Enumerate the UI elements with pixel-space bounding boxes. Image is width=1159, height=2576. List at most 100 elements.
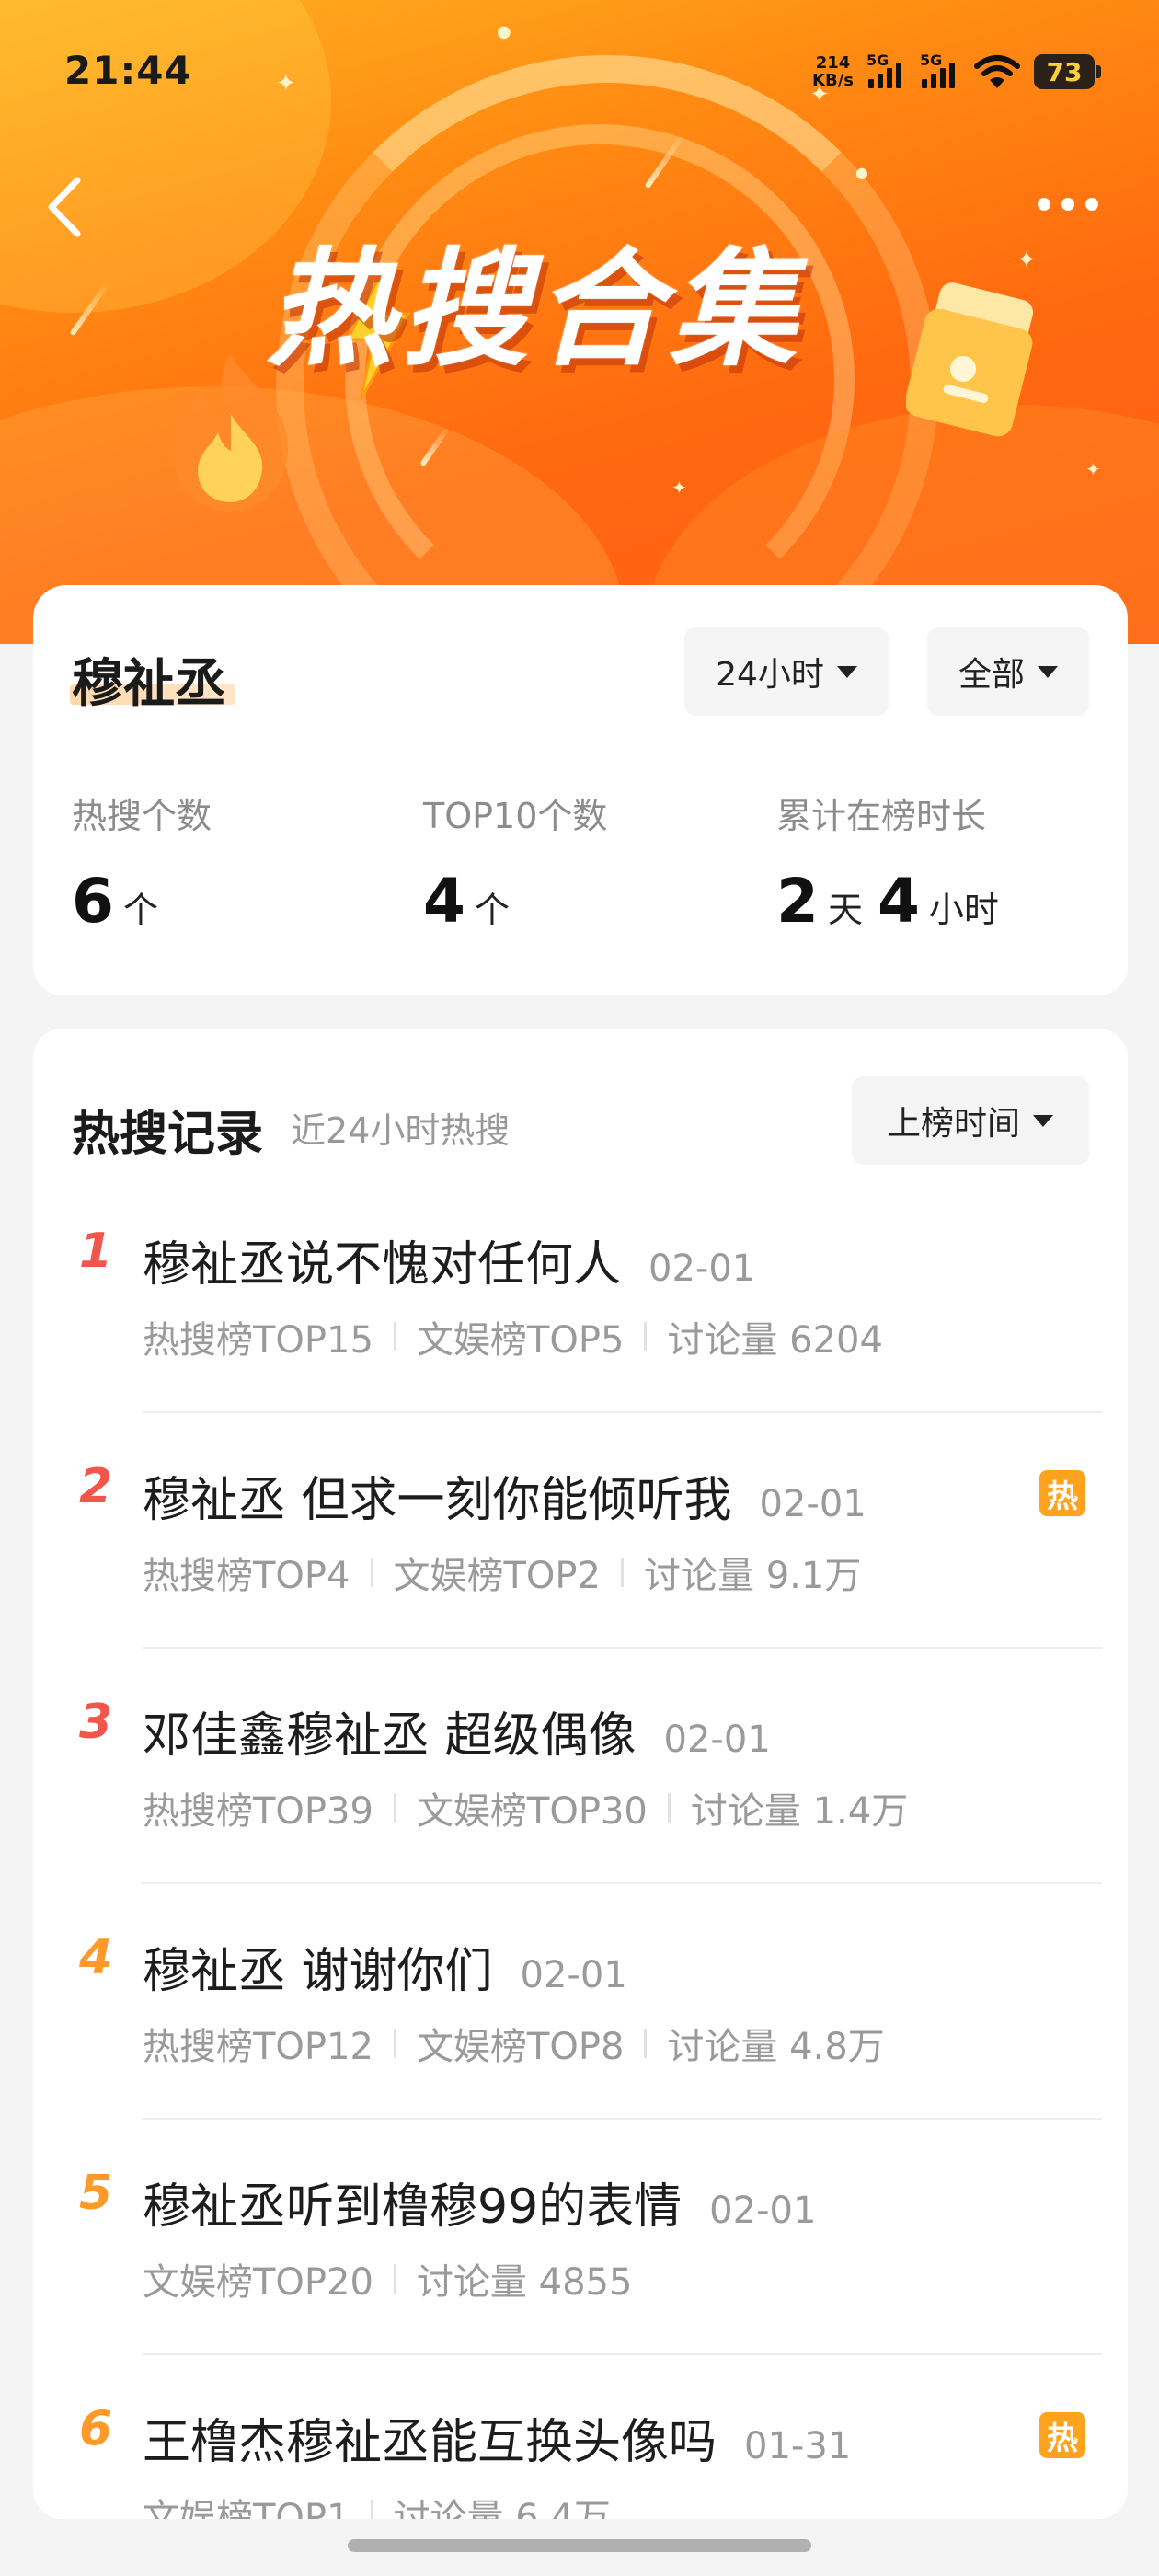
records-card: 热搜记录 近24小时热搜 上榜时间 1 穆祉丞说不愧对任何人 02-01 热搜榜T… [33,1029,1128,2519]
record-title: 穆祉丞 谢谢你们 02-01 [143,1932,627,2001]
scope-filter-label: 全部 [958,656,1025,694]
record-date: 01-31 [744,2425,852,2467]
stat-value: 4 [423,866,465,937]
stat-unit: 个 [122,890,158,930]
record-meta: 热搜榜TOP39 文娱榜TOP30 讨论量 1.4万 [143,1781,908,1834]
meta-separator [393,2264,396,2294]
scope-filter-dropdown[interactable]: 全部 [927,627,1089,716]
list-item[interactable]: 6 王橹杰穆祉丞能互换头像吗 01-31 文娱榜TOP1 讨论量 6.4万 热 [33,2355,1128,2519]
record-title-text: 穆祉丞 谢谢你们 [143,1944,493,1999]
signal-icon: 5G [866,52,907,92]
rank-number: 2 [79,1459,113,1514]
record-date: 02-01 [759,1483,866,1525]
meta-item: 文娱榜TOP1 [143,2497,350,2519]
rank-number: 3 [79,1695,113,1750]
folder-icon [906,282,1033,437]
back-icon[interactable] [40,175,96,239]
stat-hours-unit: 小时 [928,890,999,930]
caret-down-icon [836,665,857,678]
record-date: 02-01 [709,2190,817,2232]
record-meta: 热搜榜TOP12 文娱榜TOP8 讨论量 4.8万 [143,2017,885,2070]
sort-dropdown[interactable]: 上榜时间 [852,1076,1089,1165]
meta-item: 热搜榜TOP12 [143,2026,373,2068]
sparkle-icon: ✦ [1085,458,1101,480]
status-time: 21:44 [64,48,192,93]
meta-item: 文娱榜TOP2 [393,1555,602,1597]
stat-hot-count: 热搜个数 6 个 [72,788,212,937]
record-title-text: 穆祉丞 但求一刻你能倾听我 [143,1473,732,1528]
record-title: 穆祉丞听到橹穆99的表情 02-01 [143,2168,816,2237]
stat-days-unit: 天 [827,890,863,930]
status-icons: 214 KB/s 5G 5G 73 [812,50,1101,94]
net-speed-value: 214 [815,53,851,73]
net-speed: 214 KB/s [812,54,854,89]
list-item[interactable]: 5 穆祉丞听到橹穆99的表情 02-01 文娱榜TOP20 讨论量 4855 [33,2120,1128,2355]
page-title: 热搜合集 [267,236,805,384]
meta-item: 热搜榜TOP4 [143,1555,350,1597]
hot-badge: 热 [1039,2412,1085,2458]
stat-label: TOP10个数 [423,796,608,836]
meta-separator [621,1558,624,1587]
caret-down-icon [1038,665,1058,678]
caret-down-icon [1033,1114,1053,1127]
list-item[interactable]: 2 穆祉丞 但求一刻你能倾听我 02-01 热搜榜TOP4 文娱榜TOP2 讨论量 9… [33,1413,1128,1649]
rank-number: 4 [79,1930,113,1985]
stat-label: 热搜个数 [72,796,212,836]
rank-number: 5 [79,2166,113,2221]
record-meta: 文娱榜TOP1 讨论量 6.4万 [143,2488,611,2519]
stat-label: 累计在榜时长 [776,796,987,836]
net-speed-unit: KB/s [812,71,854,90]
record-title: 王橹杰穆祉丞能互换头像吗 01-31 [143,2403,851,2472]
rank-number: 6 [79,2401,113,2456]
home-indicator[interactable] [348,2539,811,2552]
meta-item: 讨论量 6.4万 [393,2497,611,2519]
sparkle-icon: ● [497,22,511,41]
more-icon[interactable] [1038,189,1115,220]
stat-days-value: 2 [776,866,819,937]
list-item[interactable]: 3 邓佳鑫穆祉丞 超级偶像 02-01 热搜榜TOP39 文娱榜TOP30 讨论量 1… [33,1649,1128,1884]
meta-item: 讨论量 6204 [667,1319,883,1362]
meta-separator [667,1793,671,1823]
sparkle-icon: ✦ [276,70,296,98]
meta-item: 文娱榜TOP8 [416,2026,625,2068]
record-title-text: 邓佳鑫穆祉丞 超级偶像 [143,1708,637,1764]
meta-separator [644,1322,648,1351]
meta-item: 讨论量 1.4万 [690,1790,909,1833]
records-subtitle: 近24小时热搜 [291,1110,511,1151]
record-meta: 热搜榜TOP4 文娱榜TOP2 讨论量 9.1万 [143,1546,861,1599]
record-date: 02-01 [663,1719,771,1761]
signal-icon: 5G [920,52,960,92]
meta-item: 讨论量 4.8万 [667,2026,885,2068]
meta-item: 文娱榜TOP5 [416,1319,625,1362]
stat-total-duration: 累计在榜时长 2 天 4 小时 [776,788,999,937]
meta-separator [393,1322,396,1351]
hero-banner: ✦ ● ✦ ✦ ✦ ✦ ● 21:44 214 KB/s 5G 5G 73 热搜… [0,0,1159,644]
stat-hours-value: 4 [877,866,920,937]
meta-item: 文娱榜TOP20 [143,2261,373,2304]
hot-badge: 热 [1039,1470,1085,1516]
meta-separator [393,1793,396,1823]
stat-value: 6 [72,866,114,937]
time-filter-label: 24小时 [716,656,824,694]
battery-icon: 73 [1034,54,1101,89]
records-title: 热搜记录 [72,1107,264,1162]
meta-item: 热搜榜TOP39 [143,1790,373,1833]
subject-name: 穆祉丞 [72,654,226,714]
meta-item: 讨论量 4855 [416,2261,633,2304]
meta-separator [370,2500,373,2519]
record-date: 02-01 [520,1954,627,1996]
record-title-text: 穆祉丞听到橹穆99的表情 [143,2179,683,2235]
list-item[interactable]: 4 穆祉丞 谢谢你们 02-01 热搜榜TOP12 文娱榜TOP8 讨论量 4.8万 [33,1884,1128,2120]
meta-item: 文娱榜TOP30 [416,1790,648,1833]
stat-top10-count: TOP10个数 4 个 [423,788,607,937]
summary-card: 穆祉丞 24小时 全部 热搜个数 6 个 TOP10个数 4 个 累计在榜时长 … [33,585,1128,995]
sparkle-icon: ✦ [1016,247,1037,274]
meta-item: 热搜榜TOP15 [143,1319,373,1362]
record-date: 02-01 [648,1248,756,1290]
meta-item: 讨论量 9.1万 [644,1555,862,1597]
list-item[interactable]: 1 穆祉丞说不愧对任何人 02-01 热搜榜TOP15 文娱榜TOP5 讨论量 620… [33,1178,1128,1413]
sparkle-icon: ✦ [671,477,687,499]
sort-label: 上榜时间 [887,1105,1020,1143]
rank-number: 1 [79,1224,113,1279]
time-filter-dropdown[interactable]: 24小时 [684,627,889,716]
